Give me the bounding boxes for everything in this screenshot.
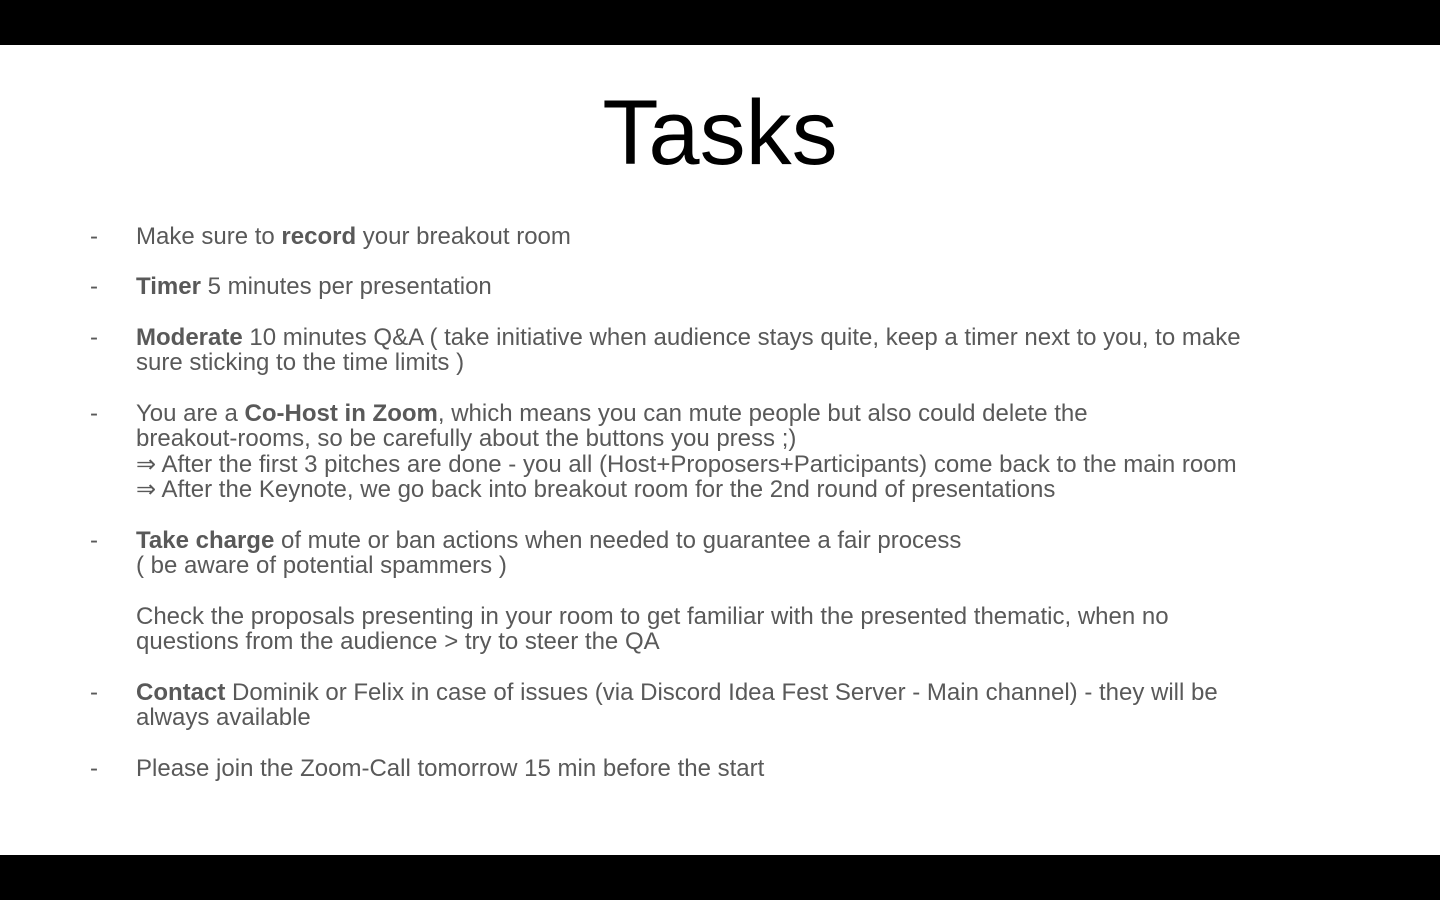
body-text: breakout-rooms, so be carefully about th… (136, 425, 797, 453)
task-text-line: Timer 5 minutes per presentation (136, 274, 1366, 299)
bullet-dash: - (90, 527, 98, 554)
body-text: ⇒ After the Keynote, we go back into bre… (136, 475, 1056, 503)
emphasis-text: Take charge (136, 527, 275, 554)
task-text-line: questions from the audience > try to ste… (136, 629, 1366, 654)
task-text-line: Moderate 10 minutes Q&A ( take initiativ… (136, 325, 1366, 350)
slide: Tasks - Make sure to record your breakout… (0, 45, 1440, 855)
body-text: Please join the Zoom-Call tomorrow 15 mi… (136, 755, 765, 782)
body-text: Dominik or Felix in case of issues (via … (225, 679, 1218, 706)
task-text: Check the proposals presenting in your r… (136, 604, 1366, 655)
body-text: sure sticking to the time limits ) (136, 349, 465, 377)
bullet-dash: - (90, 400, 98, 427)
task-text-line: ⇒ After the Keynote, we go back into bre… (136, 477, 1366, 502)
task-text-line: Take charge of mute or ban actions when … (136, 528, 1366, 553)
bullet-dash: - (90, 273, 98, 300)
task-list: - Make sure to record your breakout room -… (0, 45, 1440, 855)
body-text: questions from the audience > try to ste… (136, 628, 660, 656)
task-text-line: ⇒ After the first 3 pitches are done - y… (136, 450, 1366, 478)
emphasis-text: Timer (136, 273, 201, 300)
body-text: ( be aware of potential spammers ) (136, 552, 507, 580)
task-text: Moderate 10 minutes Q&A ( take initiativ… (136, 325, 1366, 376)
bullet-dash: - (90, 223, 98, 250)
task-text: Please join the Zoom-Call tomorrow 15 mi… (136, 756, 1366, 781)
body-text: ⇒ After the first 3 pitches are done - y… (136, 450, 1237, 478)
task-text: Contact Dominik or Felix in case of issu… (136, 680, 1366, 731)
body-text: , which means you can mute people but al… (437, 400, 1088, 427)
body-text: 10 minutes Q&A ( take initiative when au… (242, 324, 1241, 351)
emphasis-text: Contact (136, 679, 226, 706)
task-text: Make sure to record your breakout room (136, 224, 1366, 249)
task-text-line: breakout-rooms, so be carefully about th… (136, 426, 1366, 451)
emphasis-text: Co-Host in Zoom (244, 400, 438, 427)
body-text: Make sure to (136, 223, 282, 250)
task-text-line: always available (136, 705, 1366, 730)
letterbox-top (0, 0, 1440, 45)
letterbox-bottom (0, 855, 1440, 900)
bullet-dash: - (90, 679, 98, 706)
body-text: You are a (136, 400, 245, 427)
task-text-line: You are a Co-Host in Zoom, which means y… (136, 401, 1366, 426)
task-text: Timer 5 minutes per presentation (136, 274, 1366, 299)
body-text: always available (136, 704, 311, 732)
body-text: 5 minutes per presentation (200, 273, 492, 300)
task-text-line: Contact Dominik or Felix in case of issu… (136, 680, 1366, 705)
task-text: Take charge of mute or ban actions when … (136, 528, 1366, 579)
bullet-dash: - (90, 755, 98, 782)
body-text: Check the proposals presenting in your r… (136, 603, 1169, 630)
task-text: You are a Co-Host in Zoom, which means y… (136, 401, 1366, 502)
emphasis-text: Moderate (136, 324, 243, 351)
task-text-line: Please join the Zoom-Call tomorrow 15 mi… (136, 756, 1366, 781)
body-text: of mute or ban actions when needed to gu… (274, 527, 962, 554)
bullet-dash: - (90, 324, 98, 351)
body-text: your breakout room (356, 223, 571, 250)
task-text-line: sure sticking to the time limits ) (136, 350, 1366, 375)
task-text-line: ( be aware of potential spammers ) (136, 553, 1366, 578)
task-text-line: Make sure to record your breakout room (136, 224, 1366, 249)
task-text-line: Check the proposals presenting in your r… (136, 604, 1366, 629)
emphasis-text: record (281, 223, 357, 250)
